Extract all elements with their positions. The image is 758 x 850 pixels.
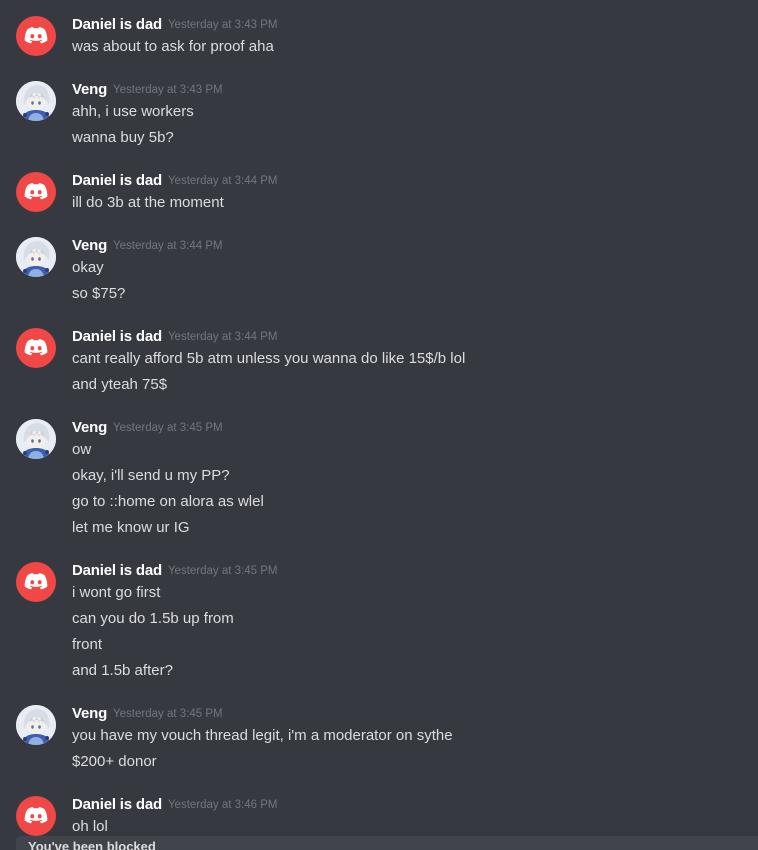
message-content: Daniel is dad Yesterday at 3:44 PM cant r… <box>72 326 748 400</box>
discord-logo-icon <box>24 27 48 44</box>
message-text: go to ::home on alora as wlel <box>72 493 264 510</box>
discord-logo-icon <box>24 183 48 200</box>
message-text: i wont go first <box>72 584 161 601</box>
username[interactable]: Daniel is dad <box>72 562 162 579</box>
message-header: Veng Yesterday at 3:45 PM <box>72 703 748 725</box>
message-header: Daniel is dad Yesterday at 3:46 PM <box>72 794 748 816</box>
blocked-notice-bar: You've been blocked <box>16 836 758 850</box>
timestamp: Yesterday at 3:46 PM <box>167 799 278 811</box>
anime-character-icon <box>16 705 56 745</box>
message-text: cant really afford 5b atm unless you wan… <box>72 350 466 367</box>
message-text: so $75? <box>72 285 126 302</box>
username[interactable]: Veng <box>72 81 107 98</box>
message-content: Veng Yesterday at 3:43 PM ahh, i use work… <box>72 79 748 153</box>
avatar[interactable] <box>16 81 56 121</box>
message-text: $200+ donor <box>72 753 157 770</box>
message-text: front <box>72 636 103 653</box>
message-content: Veng Yesterday at 3:45 PM ow okay, i'll s… <box>72 417 748 543</box>
anime-character-icon <box>16 237 56 277</box>
avatar[interactable] <box>16 328 56 368</box>
timestamp: Yesterday at 3:45 PM <box>113 422 223 434</box>
discord-logo-icon <box>24 339 48 356</box>
message-text: okay <box>72 259 104 276</box>
message-header: Veng Yesterday at 3:44 PM <box>72 235 748 257</box>
message-text: ahh, i use workers <box>72 103 194 120</box>
username[interactable]: Daniel is dad <box>72 16 162 33</box>
avatar[interactable] <box>16 705 56 745</box>
avatar[interactable] <box>16 796 56 836</box>
message-text: you have my vouch thread legit, i'm a mo… <box>72 727 453 744</box>
avatar[interactable] <box>16 419 56 459</box>
avatar[interactable] <box>16 172 56 212</box>
message-header: Daniel is dad Yesterday at 3:44 PM <box>72 170 748 192</box>
username[interactable]: Daniel is dad <box>72 328 162 345</box>
message-header: Daniel is dad Yesterday at 3:43 PM <box>72 14 748 36</box>
message-text: okay, i'll send u my PP? <box>72 467 230 484</box>
username[interactable]: Daniel is dad <box>72 796 162 813</box>
username[interactable]: Veng <box>72 419 107 436</box>
timestamp: Yesterday at 3:44 PM <box>113 240 223 252</box>
discord-logo-icon <box>24 573 48 590</box>
discord-logo-icon <box>24 807 48 824</box>
message-header: Veng Yesterday at 3:43 PM <box>72 79 748 101</box>
username[interactable]: Veng <box>72 705 107 722</box>
message-text: can you do 1.5b up from <box>72 610 234 627</box>
timestamp: Yesterday at 3:43 PM <box>113 84 223 96</box>
message-content: Veng Yesterday at 3:45 PM you have my vou… <box>72 703 748 777</box>
avatar[interactable] <box>16 562 56 602</box>
message-header: Daniel is dad Yesterday at 3:44 PM <box>72 326 748 348</box>
username[interactable]: Daniel is dad <box>72 172 162 189</box>
message-text: wanna buy 5b? <box>72 129 174 146</box>
anime-character-icon <box>16 81 56 121</box>
message-header: Veng Yesterday at 3:45 PM <box>72 417 748 439</box>
message-content: Veng Yesterday at 3:44 PM okay so $75? <box>72 235 748 309</box>
message-text: was about to ask for proof aha <box>72 38 274 55</box>
message-header: Daniel is dad Yesterday at 3:45 PM <box>72 560 748 582</box>
message-text: ow <box>72 441 92 458</box>
message-text: and 1.5b after? <box>72 662 173 679</box>
message-text: ill do 3b at the moment <box>72 194 224 211</box>
message-text: let me know ur IG <box>72 519 190 536</box>
timestamp: Yesterday at 3:45 PM <box>113 708 223 720</box>
username[interactable]: Veng <box>72 237 107 254</box>
timestamp: Yesterday at 3:44 PM <box>167 331 278 343</box>
avatar[interactable] <box>16 237 56 277</box>
timestamp: Yesterday at 3:43 PM <box>167 19 278 31</box>
timestamp: Yesterday at 3:44 PM <box>167 175 278 187</box>
message-content: Daniel is dad Yesterday at 3:44 PM ill do… <box>72 170 748 218</box>
message-text: and yteah 75$ <box>72 376 168 393</box>
message-content: Daniel is dad Yesterday at 3:46 PM oh lol <box>72 794 748 842</box>
message-content: Daniel is dad Yesterday at 3:43 PM was ab… <box>72 14 748 62</box>
avatar[interactable] <box>16 16 56 56</box>
anime-character-icon <box>16 419 56 459</box>
timestamp: Yesterday at 3:45 PM <box>167 565 278 577</box>
blocked-notice-text: You've been blocked <box>28 839 156 850</box>
message-content: Daniel is dad Yesterday at 3:45 PM i wont… <box>72 560 748 686</box>
chat-message-list: Daniel is dad Yesterday at 3:43 PM was ab… <box>0 0 758 847</box>
